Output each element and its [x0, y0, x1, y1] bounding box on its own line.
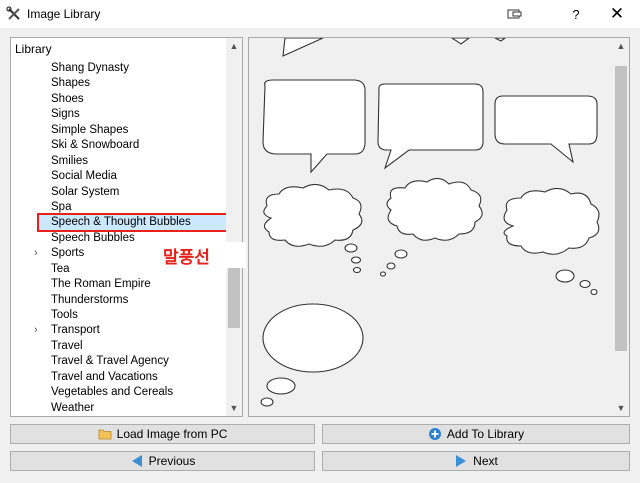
add-to-library-label: Add To Library	[446, 427, 525, 441]
tree-item-label: Travel and Vacations	[51, 370, 158, 383]
thought-dot	[379, 271, 387, 277]
tree-item[interactable]: Social Media	[11, 169, 228, 184]
help-button[interactable]: ?	[561, 0, 591, 28]
chevron-right-icon[interactable]: ›	[34, 323, 38, 338]
scroll-down-arrow-icon[interactable]: ▼	[613, 400, 629, 416]
thought-bubble-1	[263, 183, 363, 247]
tree-item-label: Shoes	[51, 92, 84, 105]
arrow-right-icon	[456, 455, 467, 467]
tree-item[interactable]: › Transport	[11, 323, 228, 338]
tree-item-label: The Roman Empire	[51, 278, 151, 291]
preview-scrollbar[interactable]: ▲ ▼	[613, 38, 629, 416]
thought-dot	[350, 256, 362, 264]
thought-bubble-3	[503, 187, 600, 255]
scroll-up-arrow-icon[interactable]: ▲	[226, 38, 242, 54]
arrow-left-icon	[131, 455, 142, 467]
bubble-tail-partial	[494, 38, 506, 42]
plus-circle-icon	[428, 428, 441, 440]
load-image-button[interactable]: Load Image from PC	[10, 424, 315, 444]
scroll-thumb[interactable]	[228, 258, 240, 329]
tree-item[interactable]: Tools	[11, 308, 228, 323]
bubble-tail-partial	[282, 38, 324, 57]
add-to-library-button[interactable]: Add To Library	[322, 424, 630, 444]
tree-item-label: Travel	[51, 339, 83, 352]
tree-item-label: Smilies	[51, 154, 89, 167]
tree-item-label: Signs	[51, 108, 80, 121]
tree-item[interactable]: Smilies	[11, 154, 228, 169]
tree-item-label: Spa	[51, 200, 72, 213]
window-title: Image Library	[27, 7, 101, 21]
tree-item[interactable]: Weather	[11, 401, 228, 416]
thought-dot	[266, 377, 296, 395]
tree-item[interactable]: The Roman Empire	[11, 277, 228, 292]
scroll-down-arrow-icon[interactable]: ▼	[226, 400, 242, 416]
thought-dot	[386, 262, 396, 270]
tree-item[interactable]: Travel & Travel Agency	[11, 354, 228, 369]
thought-dot	[579, 279, 591, 289]
tree-item-label: Sports	[51, 247, 85, 260]
folder-icon	[98, 429, 112, 440]
thought-dot	[260, 397, 274, 407]
pin-icon	[507, 9, 522, 19]
tree-item-label: Ski & Snowboard	[51, 139, 140, 152]
speech-bubble-3	[494, 95, 598, 164]
tree-scrollbar[interactable]: ▲ ▼	[226, 38, 242, 416]
tree-item-label: Tools	[51, 309, 78, 321]
tree-item[interactable]: Spa	[11, 200, 228, 215]
bubble-tail-partial	[451, 38, 470, 45]
speech-bubble-2	[377, 83, 484, 170]
tree-item[interactable]: Vegetables and Cereals	[11, 385, 228, 400]
tree-item[interactable]: Travel and Vacations	[11, 370, 228, 385]
tree-item-label: Speech Bubbles	[51, 231, 135, 244]
thought-dot	[590, 288, 598, 296]
thought-bubble-2	[386, 177, 483, 241]
tree-item-label: Weather	[51, 401, 95, 414]
speech-bubble-1	[262, 79, 366, 174]
tree-item[interactable]: Solar System	[11, 185, 228, 200]
tree-item[interactable]: Shang Dynasty	[11, 61, 228, 76]
next-label: Next	[473, 454, 498, 468]
thought-bubble-oval	[262, 303, 364, 373]
tree-list: Shang Dynasty Shapes Shoes Signs Simple Shap…	[11, 61, 232, 416]
annotation-label: 말풍선	[160, 242, 246, 268]
scroll-up-arrow-icon[interactable]: ▲	[613, 38, 629, 54]
tree-item-label: Transport	[51, 324, 100, 337]
tree-item[interactable]: Signs	[11, 107, 228, 122]
load-image-label: Load Image from PC	[116, 427, 228, 441]
tree-item-label: Social Media	[51, 170, 117, 183]
previous-label: Previous	[148, 454, 196, 468]
tree-item[interactable]: Shapes	[11, 76, 228, 91]
tree-item-label: Shang Dynasty	[51, 62, 129, 74]
tree-item[interactable]: Speech & Thought Bubbles	[11, 213, 232, 233]
thought-dot	[352, 266, 362, 274]
pin-window-button[interactable]	[500, 0, 530, 28]
close-button[interactable]: ✕	[602, 0, 632, 28]
thought-dot	[555, 269, 575, 283]
scroll-thumb[interactable]	[615, 66, 627, 352]
thought-dot	[344, 243, 358, 253]
tree-root-label: Library	[15, 42, 52, 56]
tree-item-label: Thunderstorms	[51, 293, 129, 306]
previous-button[interactable]: Previous	[10, 451, 315, 471]
bubble-gallery	[260, 38, 600, 407]
tree-item[interactable]: Travel	[11, 339, 228, 354]
tree-item-label: Tea	[51, 262, 70, 275]
tree-item-label: Simple Shapes	[51, 123, 129, 136]
preview-panel[interactable]: ▲ ▼	[248, 37, 630, 417]
tools-icon	[6, 6, 20, 20]
thought-dot	[394, 249, 408, 259]
next-button[interactable]: Next	[322, 451, 630, 471]
title-bar: Image Library ? ✕	[0, 0, 640, 28]
tree-item[interactable]: Ski & Snowboard	[11, 138, 228, 153]
tree-item-label: Travel & Travel Agency	[51, 355, 169, 368]
library-tree[interactable]: Library Shang Dynasty Shapes Shoes Signs Sim…	[10, 37, 243, 417]
chevron-right-icon[interactable]: ›	[34, 246, 38, 261]
tree-item[interactable]: Simple Shapes	[11, 123, 228, 138]
tree-item-label: Solar System	[51, 185, 120, 198]
tree-item-label: Shapes	[51, 77, 91, 90]
tree-item[interactable]: Thunderstorms	[11, 293, 228, 308]
tree-item-label: Speech & Thought Bubbles	[37, 213, 232, 233]
tree-item[interactable]: Shoes	[11, 92, 228, 107]
tree-item-label: Vegetables and Cereals	[51, 386, 174, 399]
